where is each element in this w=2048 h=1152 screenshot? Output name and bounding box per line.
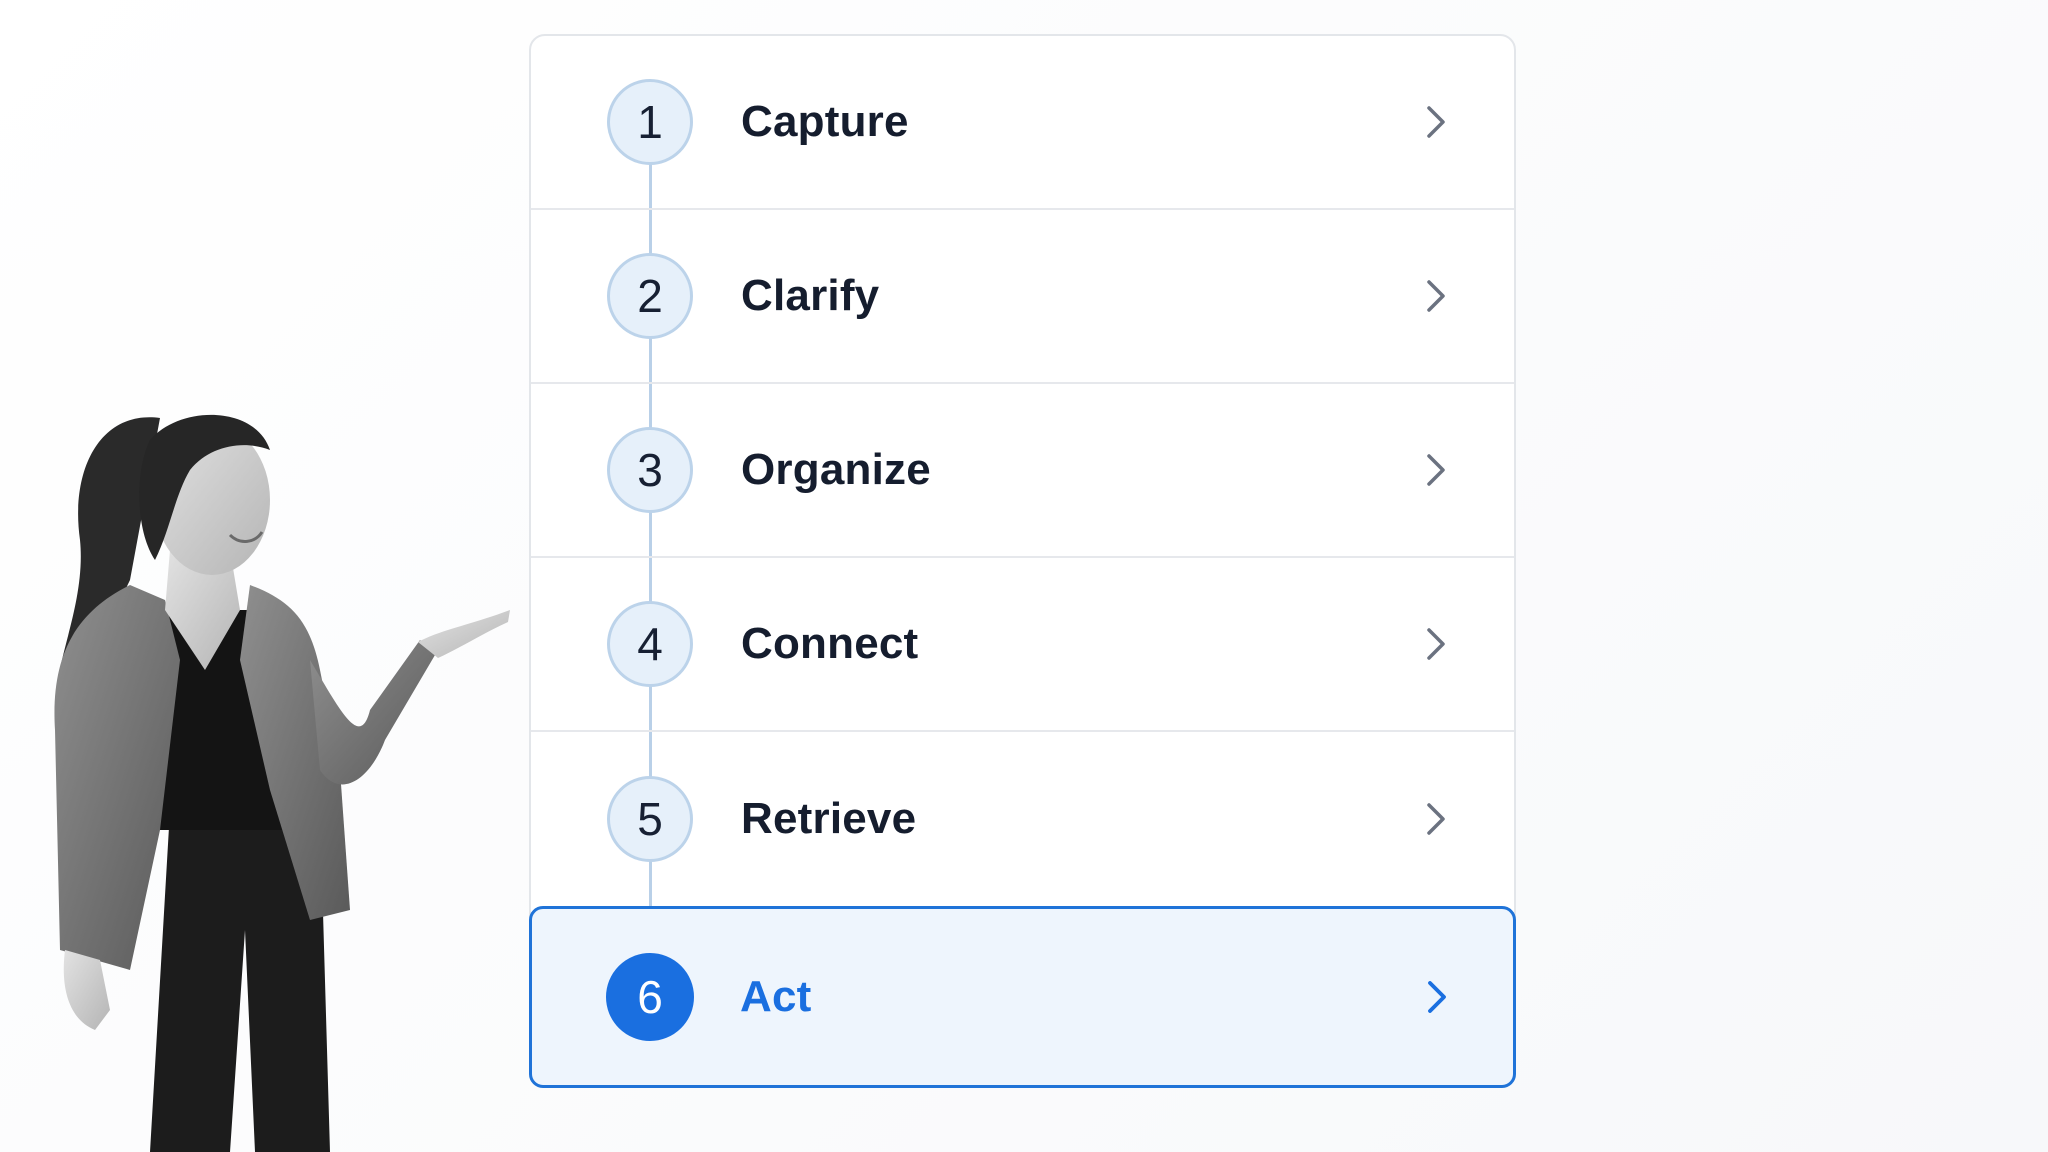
step-label-active: Act bbox=[740, 972, 812, 1021]
step-label: Retrieve bbox=[741, 794, 917, 843]
step-number-badge: 2 bbox=[607, 253, 693, 339]
step-number-badge: 1 bbox=[607, 79, 693, 165]
step-item-connect[interactable]: 4 Connect bbox=[531, 558, 1514, 732]
step-item-retrieve[interactable]: 5 Retrieve bbox=[531, 732, 1514, 906]
step-list: 1 Capture 2 Clarify 3 Organize 4 Connect bbox=[529, 34, 1516, 1088]
step-item-organize[interactable]: 3 Organize bbox=[531, 384, 1514, 558]
presenter-illustration bbox=[54, 414, 510, 1152]
chevron-right-icon bbox=[1418, 104, 1454, 140]
step-number-badge-active: 6 bbox=[606, 953, 694, 1041]
step-label: Organize bbox=[741, 445, 931, 494]
chevron-right-icon bbox=[1418, 452, 1454, 488]
step-label: Clarify bbox=[741, 271, 880, 320]
chevron-right-icon bbox=[1418, 626, 1454, 662]
step-label: Capture bbox=[741, 97, 909, 146]
step-label: Connect bbox=[741, 619, 919, 668]
step-number-badge: 4 bbox=[607, 601, 693, 687]
chevron-right-icon bbox=[1418, 801, 1454, 837]
slide-canvas: 1 Capture 2 Clarify 3 Organize 4 Connect bbox=[0, 0, 2048, 1152]
step-number-badge: 3 bbox=[607, 427, 693, 513]
step-item-clarify[interactable]: 2 Clarify bbox=[531, 210, 1514, 384]
step-item-act[interactable]: 6 Act bbox=[529, 906, 1516, 1088]
step-item-capture[interactable]: 1 Capture bbox=[531, 36, 1514, 210]
chevron-right-icon bbox=[1418, 278, 1454, 314]
step-number-badge: 5 bbox=[607, 776, 693, 862]
chevron-right-icon bbox=[1419, 979, 1455, 1015]
